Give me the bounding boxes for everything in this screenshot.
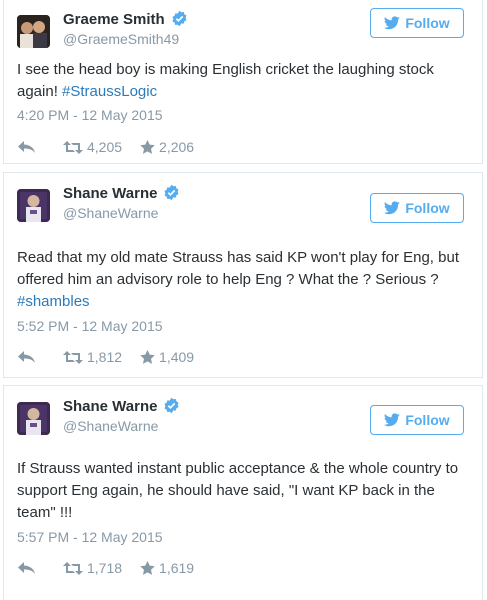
display-name[interactable]: Shane Warne bbox=[63, 184, 180, 202]
tweet-text: Read that my old mate Strauss has said K… bbox=[17, 247, 462, 313]
star-icon bbox=[140, 561, 155, 575]
user-handle[interactable]: @GraemeSmith49 bbox=[63, 31, 179, 47]
retweet-icon bbox=[63, 561, 83, 575]
retweet-button[interactable]: 1,812 bbox=[63, 349, 140, 365]
timestamp[interactable]: 5:52 PM - 12 May 2015 bbox=[17, 318, 163, 334]
hashtag-link[interactable]: #shambles bbox=[17, 293, 90, 310]
tweet-card: Graeme Smith @GraemeSmith49 Follow I see… bbox=[3, 0, 483, 164]
reply-button[interactable] bbox=[17, 561, 63, 575]
retweet-icon bbox=[63, 350, 83, 364]
display-name[interactable]: Shane Warne bbox=[63, 397, 180, 415]
retweet-count: 1,718 bbox=[87, 560, 123, 576]
user-handle[interactable]: @ShaneWarne bbox=[63, 205, 158, 221]
favorite-count: 2,206 bbox=[159, 139, 195, 155]
verified-badge-icon bbox=[172, 10, 187, 27]
retweet-button[interactable]: 1,718 bbox=[63, 560, 140, 576]
reply-icon bbox=[18, 141, 35, 153]
avatar[interactable] bbox=[17, 15, 50, 48]
follow-label[interactable]: Follow bbox=[405, 412, 449, 428]
follow-button[interactable]: Follow bbox=[370, 8, 464, 38]
twitter-bird-icon bbox=[384, 201, 401, 215]
display-name-text[interactable]: Shane Warne bbox=[63, 398, 157, 415]
favorite-count: 1,409 bbox=[159, 349, 195, 365]
hashtag-link[interactable]: #StraussLogic bbox=[62, 83, 157, 100]
display-name-text[interactable]: Graeme Smith bbox=[63, 11, 165, 28]
follow-label[interactable]: Follow bbox=[405, 15, 449, 31]
reply-button[interactable] bbox=[17, 140, 63, 154]
reply-button[interactable] bbox=[17, 350, 63, 364]
retweet-button[interactable]: 4,205 bbox=[63, 139, 140, 155]
verified-badge-icon bbox=[164, 397, 179, 414]
retweet-count: 1,812 bbox=[87, 349, 123, 365]
tweet-card: Shane Warne @ShaneWarne Follow If Straus… bbox=[3, 385, 483, 600]
verified-badge-icon bbox=[164, 184, 179, 201]
favorite-button[interactable]: 2,206 bbox=[140, 139, 194, 155]
follow-label[interactable]: Follow bbox=[405, 200, 449, 216]
tweet-actions: 4,205 2,206 bbox=[17, 139, 194, 155]
timestamp[interactable]: 5:57 PM - 12 May 2015 bbox=[17, 529, 163, 545]
timestamp[interactable]: 4:20 PM - 12 May 2015 bbox=[17, 107, 163, 123]
tweet-text-body: If Strauss wanted instant public accepta… bbox=[17, 460, 459, 521]
retweet-count: 4,205 bbox=[87, 139, 123, 155]
twitter-bird-icon bbox=[384, 413, 401, 427]
retweet-icon bbox=[63, 140, 83, 154]
tweet-text-body: Read that my old mate Strauss has said K… bbox=[17, 249, 459, 288]
tweet-text: If Strauss wanted instant public accepta… bbox=[17, 458, 462, 524]
tweet-actions: 1,718 1,619 bbox=[17, 560, 194, 576]
reply-icon bbox=[18, 351, 35, 363]
favorite-count: 1,619 bbox=[159, 560, 195, 576]
tweet-card: Shane Warne @ShaneWarne Follow Read that… bbox=[3, 172, 483, 378]
star-icon bbox=[140, 140, 155, 154]
favorite-button[interactable]: 1,619 bbox=[140, 560, 194, 576]
avatar[interactable] bbox=[17, 402, 50, 435]
twitter-bird-icon bbox=[384, 16, 401, 30]
follow-button[interactable]: Follow bbox=[370, 193, 464, 223]
favorite-button[interactable]: 1,409 bbox=[140, 349, 194, 365]
star-icon bbox=[140, 350, 155, 364]
follow-button[interactable]: Follow bbox=[370, 405, 464, 435]
user-handle[interactable]: @ShaneWarne bbox=[63, 418, 158, 434]
reply-icon bbox=[18, 562, 35, 574]
tweet-text: I see the head boy is making English cri… bbox=[17, 59, 462, 103]
tweet-actions: 1,812 1,409 bbox=[17, 349, 194, 365]
avatar[interactable] bbox=[17, 189, 50, 222]
display-name-text[interactable]: Shane Warne bbox=[63, 185, 157, 202]
display-name[interactable]: Graeme Smith bbox=[63, 10, 188, 28]
